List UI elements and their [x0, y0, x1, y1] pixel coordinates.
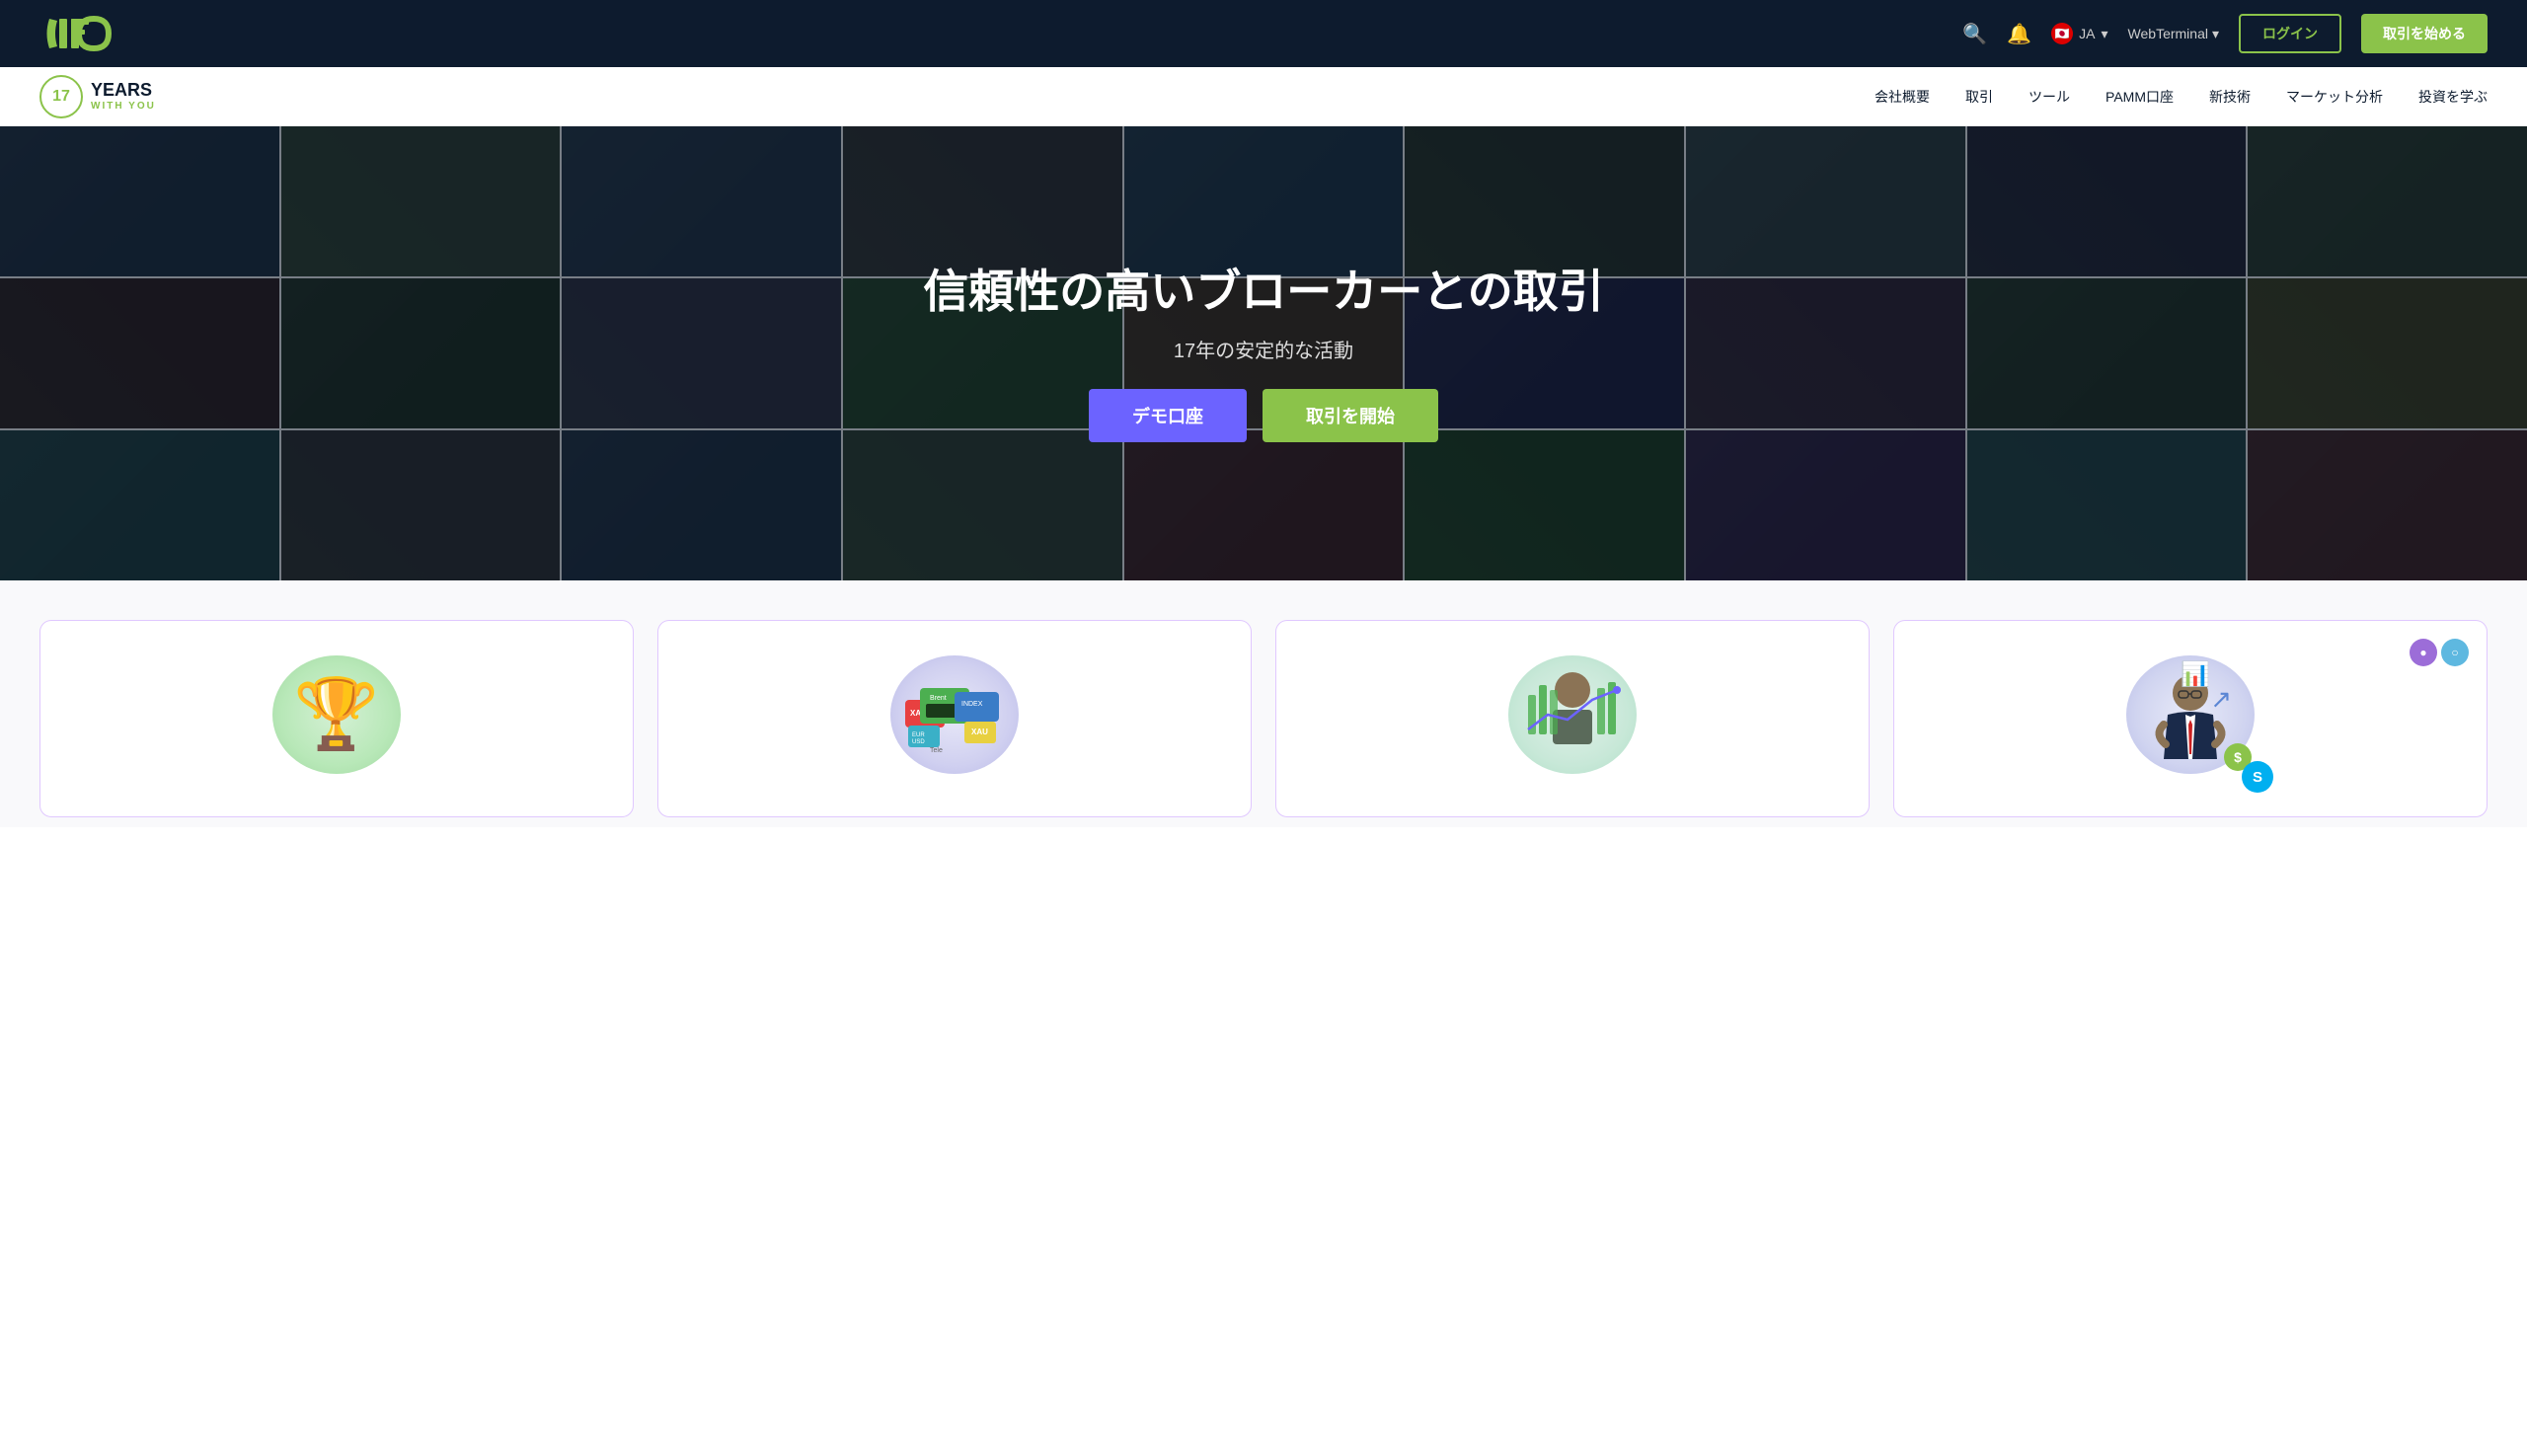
platform-svg-icon: XAU Brent INDEX EUR USD XAU Tele [900, 670, 1009, 759]
hero-buttons: デモ口座 取引を開始 [1089, 389, 1438, 442]
ifc-logo-svg: MARKETS [39, 9, 158, 58]
analytics-icon-area [1503, 651, 1642, 779]
svg-text:INDEX: INDEX [961, 701, 983, 708]
platform-icon-area: XAU Brent INDEX EUR USD XAU Tele [885, 651, 1024, 779]
top-navigation: MARKETS 🔍 🔔 🇯🇵 JA ▾ WebTerminal ▾ ログイン 取… [0, 0, 2527, 67]
logo[interactable]: MARKETS [39, 9, 158, 58]
search-icon: 🔍 [1962, 22, 1987, 46]
hero-section: 信頼性の高いブローカーとの取引 17年の安定的な活動 デモ口座 取引を開始 [0, 126, 2527, 580]
business-background: 📊 ↗ [2126, 655, 2255, 774]
trophy-background: 🏆 [272, 655, 401, 774]
demo-account-button[interactable]: デモ口座 [1089, 389, 1247, 442]
sidebar-item-pamm[interactable]: PAMM口座 [2106, 87, 2174, 107]
sidebar-item-tools[interactable]: ツール [2029, 87, 2070, 107]
start-trading-button[interactable]: 取引を始める [2361, 14, 2488, 53]
language-code: JA [2079, 26, 2095, 41]
login-button[interactable]: ログイン [2239, 14, 2341, 53]
analytics-card [1275, 620, 1870, 817]
svg-text:USD: USD [912, 739, 925, 745]
svg-text:EUR: EUR [912, 732, 925, 738]
hero-overlay: 信頼性の高いブローカーとの取引 17年の安定的な活動 デモ口座 取引を開始 [0, 126, 2527, 580]
platform-card: XAU Brent INDEX EUR USD XAU Tele [657, 620, 1252, 817]
start-trading-hero-button[interactable]: 取引を開始 [1263, 389, 1438, 442]
sidebar-item-newtech[interactable]: 新技術 [2209, 87, 2251, 107]
arrow-up-icon: ↗ [2210, 684, 2232, 715]
notification-button[interactable]: 🔔 [2007, 22, 2031, 46]
chevron-down-icon: ▾ [2102, 26, 2108, 42]
years-text: YEARS WITH YOU [91, 80, 156, 114]
language-selector[interactable]: 🇯🇵 JA ▾ [2051, 23, 2107, 44]
secondary-nav-links: 会社概要 取引 ツール PAMM口座 新技術 マーケット分析 投資を学ぶ [1875, 87, 2488, 107]
japan-flag-icon: 🇯🇵 [2051, 23, 2073, 44]
sidebar-item-learn[interactable]: 投資を学ぶ [2418, 87, 2488, 107]
top-nav-right: 🔍 🔔 🇯🇵 JA ▾ WebTerminal ▾ ログイン 取引を始める [1962, 14, 2488, 53]
cards-section: 🏆 XAU Brent INDEX [0, 580, 2527, 827]
sidebar-item-market-analysis[interactable]: マーケット分析 [2286, 87, 2383, 107]
toggle-button-group[interactable]: ● ○ [2410, 639, 2469, 666]
award-card: 🏆 [39, 620, 634, 817]
sidebar-item-trading[interactable]: 取引 [1965, 87, 1993, 107]
trophy-icon: 🏆 [293, 674, 379, 755]
sidebar-item-about[interactable]: 会社概要 [1875, 87, 1930, 107]
chart-badge-icon: 📊 [2181, 660, 2210, 689]
analytics-background [1508, 655, 1637, 774]
years-badge: 17 YEARS WITH YOU [39, 75, 156, 118]
svg-text:Tele: Tele [930, 747, 943, 754]
business-card: ● ○ 📊 ↗ [1893, 620, 2488, 817]
secondary-navigation: 17 YEARS WITH YOU 会社概要 取引 ツール PAMM口座 新技術… [0, 67, 2527, 126]
svg-text:Brent: Brent [930, 695, 947, 702]
award-icon-area: 🏆 [268, 651, 406, 779]
hero-title: 信頼性の高いブローカーとの取引 [923, 265, 1604, 319]
web-terminal-button[interactable]: WebTerminal ▾ [2128, 26, 2219, 42]
hero-subtitle: 17年の安定的な活動 [1174, 335, 1353, 363]
chevron-down-icon: ▾ [2212, 26, 2219, 42]
platform-background: XAU Brent INDEX EUR USD XAU Tele [890, 655, 1019, 774]
toggle-off-button[interactable]: ○ [2441, 639, 2469, 666]
analytics-svg-icon [1513, 660, 1632, 769]
toggle-on-button[interactable]: ● [2410, 639, 2437, 666]
years-circle-icon: 17 [39, 75, 83, 118]
skype-button[interactable]: S [2242, 761, 2273, 793]
search-button[interactable]: 🔍 [1962, 22, 1987, 46]
bell-icon: 🔔 [2007, 22, 2031, 46]
svg-text:XAU: XAU [971, 728, 988, 736]
business-icon-area: 📊 ↗ [2121, 651, 2259, 779]
web-terminal-label: WebTerminal [2128, 26, 2208, 41]
